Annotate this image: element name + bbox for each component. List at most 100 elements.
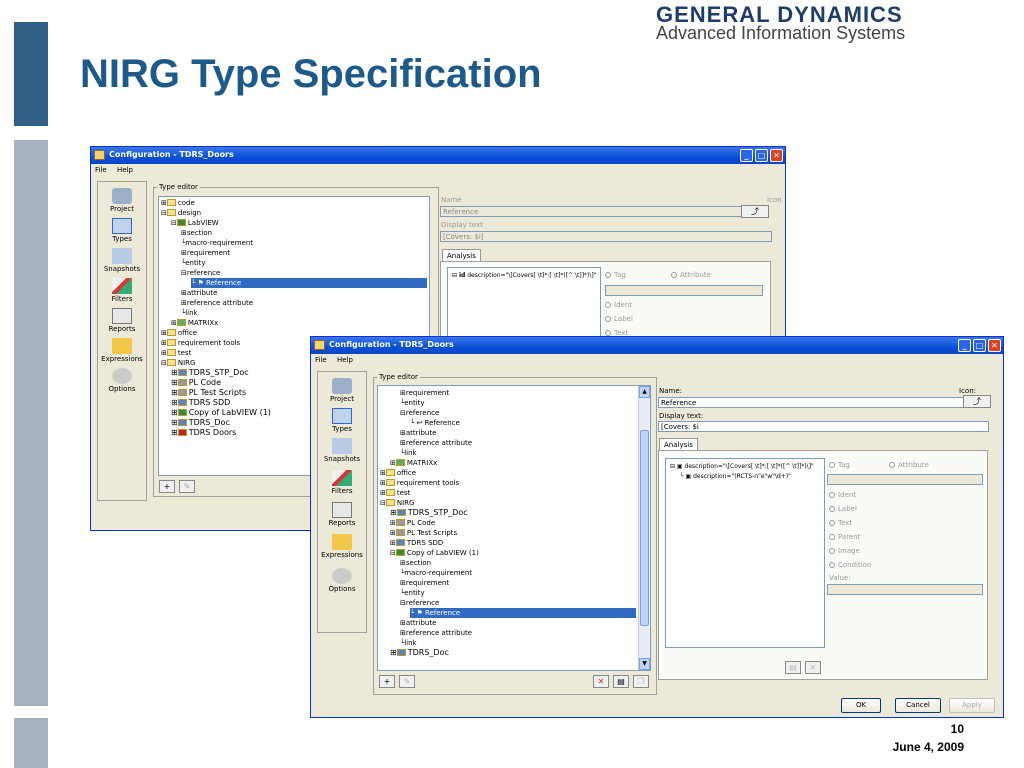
tree-node[interactable]: └entity: [400, 588, 425, 598]
front-attribute-field[interactable]: [827, 474, 983, 485]
close-button[interactable]: ✕: [770, 149, 783, 162]
tree-node[interactable]: ⊞ TDRS SDD: [390, 538, 443, 548]
tree-node[interactable]: ⊞attribute: [400, 428, 436, 438]
tree-node[interactable]: ⊞ TDRS Doors: [171, 428, 236, 438]
back-edit-button[interactable]: ✎: [179, 480, 195, 493]
tree-node[interactable]: ⊟ design: [161, 208, 201, 218]
tree-node[interactable]: ⊟ NIRG: [161, 358, 195, 368]
tree-node[interactable]: ⊟reference: [181, 268, 220, 278]
tree-node[interactable]: └link: [181, 308, 198, 318]
tree-scrollbar[interactable]: ▲ ▼: [638, 386, 650, 670]
nav-filters[interactable]: Filters: [318, 470, 366, 495]
front-radio-image[interactable]: Image: [829, 547, 860, 555]
back-icon-picker[interactable]: ⤴: [741, 205, 769, 218]
tree-node[interactable]: └macro-requirement: [400, 568, 472, 578]
menu-file[interactable]: File: [315, 356, 327, 364]
tree-node[interactable]: └ ↩ Reference: [410, 418, 460, 428]
front-edit-button[interactable]: ✎: [399, 675, 415, 688]
nav-options[interactable]: Options: [318, 568, 366, 593]
tree-node[interactable]: ⊞attribute: [400, 618, 436, 628]
nav-options[interactable]: Options: [98, 368, 146, 393]
nav-expressions[interactable]: Expressions: [318, 534, 366, 559]
front-name-field[interactable]: Reference: [658, 397, 968, 408]
menu-file[interactable]: File: [95, 166, 107, 174]
back-display-field[interactable]: [Covers: $i]: [440, 231, 772, 242]
tree-node[interactable]: ⊞ code: [161, 198, 195, 208]
back-window-titlebar[interactable]: Configuration - TDRS_Doors _ □ ✕: [91, 147, 785, 164]
tree-node[interactable]: ⊞ TDRS_Doc: [390, 648, 449, 658]
tree-node[interactable]: ⊞ TDRS_Doc: [171, 418, 230, 428]
tree-node[interactable]: ⊞ TDRS_STP_Doc: [390, 508, 468, 518]
tree-node[interactable]: ⊞ office: [380, 468, 416, 478]
tree-node-selected[interactable]: └ ⚑ Reference: [191, 278, 427, 288]
analysis-delete-button[interactable]: ✕: [805, 661, 821, 674]
nav-snapshots[interactable]: Snapshots: [318, 438, 366, 463]
back-radio-tag[interactable]: Tag: [605, 271, 626, 279]
front-radio-ident[interactable]: Ident: [829, 491, 856, 499]
menu-help[interactable]: Help: [117, 166, 133, 174]
tree-node[interactable]: └entity: [181, 258, 206, 268]
tree-node[interactable]: ⊞ PL Code: [171, 378, 221, 388]
properties-icon[interactable]: ▤: [613, 675, 629, 688]
copy-icon[interactable]: ❐: [633, 675, 649, 688]
minimize-button[interactable]: _: [740, 149, 753, 162]
front-add-button[interactable]: +: [379, 675, 395, 688]
analysis-edit-button[interactable]: ▤: [785, 661, 801, 674]
tree-node[interactable]: ⊟ LabVIEW: [171, 218, 219, 228]
ok-button[interactable]: OK: [841, 698, 881, 713]
menu-help[interactable]: Help: [337, 356, 353, 364]
back-add-button[interactable]: +: [159, 480, 175, 493]
tree-node[interactable]: ⊞ Copy of LabVIEW (1): [171, 408, 271, 418]
tree-node[interactable]: ⊞ requirement tools: [380, 478, 459, 488]
tree-node[interactable]: ⊞ PL Test Scripts: [171, 388, 246, 398]
front-analysis-tree[interactable]: ⊟ ▣ description="\[Covers[ \t]*:[ \t]*([…: [665, 458, 825, 648]
back-attribute-field[interactable]: [605, 285, 763, 296]
tree-node[interactable]: ⊞attribute: [181, 288, 217, 298]
tree-node[interactable]: ⊞requirement: [400, 578, 449, 588]
back-radio-ident[interactable]: Ident: [605, 301, 632, 309]
apply-button[interactable]: Apply: [949, 698, 995, 713]
tree-node[interactable]: ⊞ PL Test Scripts: [390, 528, 457, 538]
back-radio-attribute[interactable]: Attribute: [671, 271, 711, 279]
analysis-item[interactable]: ⊟ id description="\[Covers[ \t]*:[ \t]*(…: [452, 271, 597, 281]
delete-icon[interactable]: ✕: [593, 675, 609, 688]
nav-reports[interactable]: Reports: [318, 502, 366, 527]
minimize-button[interactable]: _: [958, 339, 971, 352]
front-radio-label[interactable]: Label: [829, 505, 857, 513]
tree-node[interactable]: ⊞ test: [161, 348, 191, 358]
cancel-button[interactable]: Cancel: [895, 698, 941, 713]
tree-node[interactable]: ⊞ office: [161, 328, 197, 338]
front-type-tree[interactable]: ⊞requirement └entity ⊟reference └ ↩ Refe…: [377, 385, 651, 671]
analysis-item[interactable]: └ ▣ description="(RCTS-n"e"w"\d+)": [680, 472, 791, 482]
scroll-up-arrow[interactable]: ▲: [639, 386, 650, 398]
tree-node[interactable]: ⊟reference: [400, 598, 439, 608]
tree-node[interactable]: ⊞section: [181, 228, 212, 238]
tree-node[interactable]: ⊟reference: [400, 408, 439, 418]
tree-node[interactable]: ⊞ PL Code: [390, 518, 435, 528]
tree-node[interactable]: └link: [400, 638, 417, 648]
tree-node[interactable]: ⊞reference attribute: [400, 438, 472, 448]
tree-node[interactable]: ⊟ Copy of LabVIEW (1): [390, 548, 479, 558]
analysis-item[interactable]: ⊟ ▣ description="\[Covers[ \t]*:[ \t]*([…: [670, 462, 814, 472]
tree-node[interactable]: ⊞section: [400, 558, 431, 568]
scroll-thumb[interactable]: [640, 430, 649, 626]
nav-project[interactable]: Project: [318, 378, 366, 403]
nav-project[interactable]: Project: [98, 188, 146, 213]
front-radio-parent[interactable]: Parent: [829, 533, 860, 541]
front-radio-attribute[interactable]: Attribute: [889, 461, 929, 469]
nav-snapshots[interactable]: Snapshots: [98, 248, 146, 273]
tree-node[interactable]: ⊞ TDRS_STP_Doc: [171, 368, 249, 378]
tree-node[interactable]: └link: [400, 448, 417, 458]
tree-node[interactable]: └macro-requirement: [181, 238, 253, 248]
close-button[interactable]: ✕: [988, 339, 1001, 352]
back-name-field[interactable]: Reference: [440, 206, 766, 217]
front-radio-tag[interactable]: Tag: [829, 461, 850, 469]
scroll-down-arrow[interactable]: ▼: [639, 658, 650, 670]
tree-node[interactable]: ⊞ requirement tools: [161, 338, 240, 348]
maximize-button[interactable]: □: [973, 339, 986, 352]
front-radio-text[interactable]: Text: [829, 519, 852, 527]
tree-node[interactable]: ⊞requirement: [400, 388, 449, 398]
tree-node[interactable]: ⊞requirement: [181, 248, 230, 258]
tree-node[interactable]: ⊞ TDRS SDD: [171, 398, 230, 408]
front-display-field[interactable]: [Covers: $i: [658, 421, 989, 432]
